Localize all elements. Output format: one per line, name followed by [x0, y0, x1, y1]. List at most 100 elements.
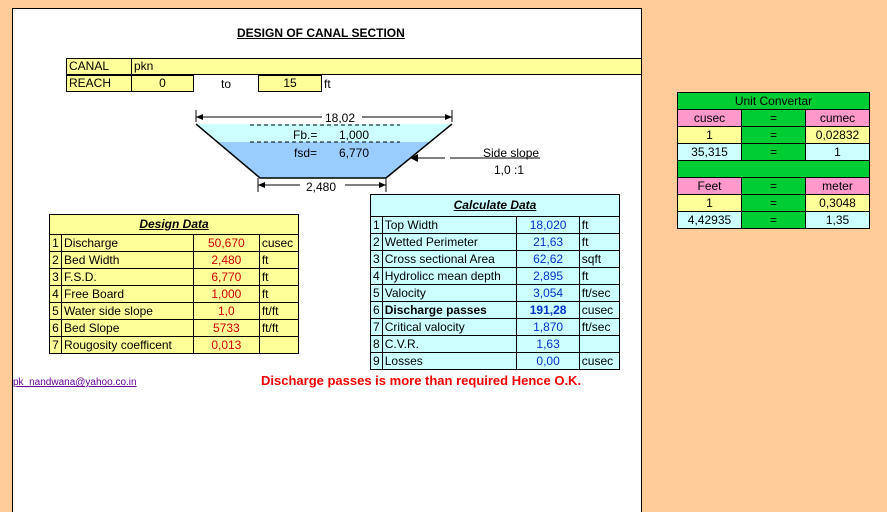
calculate_data-row-unit: ft [578, 267, 621, 285]
calculate-data-table: Calculate Data 1 Top Width 18,020 ft 2 Wetted… [370, 194, 621, 370]
calculate_data-row-label: Wetted Perimeter [381, 233, 518, 251]
calculate_data-row: 7 Critical valocity 1,870 ft/sec [370, 318, 621, 336]
design_data-row-number: 3 [48, 268, 63, 286]
design_data-row-label: Water side slope [61, 302, 194, 320]
reach-label[interactable]: REACH [66, 75, 132, 92]
fsd-label: fsd= [294, 146, 318, 160]
design_data-row: 5 Water side slope 1,0 ft/ft [48, 302, 300, 320]
design_data-row-unit [258, 336, 300, 354]
design_data-row-label: Rougosity coefficent [61, 336, 194, 354]
calculate_data-row: 9 Losses 0,00 cusec [370, 352, 621, 370]
calculate_data-row-label: Critical valocity [381, 318, 518, 336]
design_data-row: 1 Discharge 50,670 cusec [48, 234, 300, 252]
uc-r2-b[interactable]: 1 [805, 143, 870, 161]
calculate_data-row-number: 5 [370, 284, 383, 302]
uc-h1-a[interactable]: cusec [677, 109, 742, 127]
design_data-row-number: 7 [48, 336, 63, 354]
design_data-row-label: Bed Slope [61, 319, 194, 337]
uc-r1-b[interactable]: 0,02832 [805, 126, 870, 144]
page-title: DESIGN OF CANAL SECTION [237, 26, 405, 40]
author-email-link[interactable]: pk_nandwana@yahoo.co.in [13, 377, 137, 388]
calculate_data-row-number: 9 [370, 352, 383, 370]
uc-r4-a[interactable]: 4,42935 [677, 211, 742, 229]
calculate_data-row: 8 C.V.R. 1,63 [370, 335, 621, 353]
calculate_data-row-unit: cusec [578, 301, 621, 319]
design_data-row-unit: cusec [258, 234, 300, 252]
calculate_data-row: 5 Valocity 3,054 ft/sec [370, 284, 621, 302]
calculate_data-row-unit: sqft [578, 250, 621, 268]
uc-h2-eq: = [741, 177, 806, 195]
uc-r4-b[interactable]: 1,35 [805, 211, 870, 229]
design_data-row-label: Bed Width [61, 251, 194, 269]
design_data-row-value[interactable]: 50,670 [192, 234, 260, 252]
calculate_data-row-value[interactable]: 21,63 [516, 233, 580, 251]
calculate_data-row-value[interactable]: 1,870 [516, 318, 580, 336]
design_data-row-unit: ft [258, 251, 300, 269]
design_data-row-value[interactable]: 1,0 [192, 302, 260, 320]
reach-to[interactable]: 15 [258, 75, 322, 92]
uc-h1-b[interactable]: cumec [805, 109, 870, 127]
calculate_data-row-unit: ft/sec [578, 318, 621, 336]
calculate_data-row-value[interactable]: 18,020 [516, 216, 580, 234]
calculate_data-row-label: Losses [381, 352, 518, 370]
design_data-row-label: F.S.D. [61, 268, 194, 286]
uc-r3-eq: = [741, 194, 806, 212]
design_data-row-value[interactable]: 6,770 [192, 268, 260, 286]
calculate_data-row-value[interactable]: 62,62 [516, 250, 580, 268]
calculate_data-row: 2 Wetted Perimeter 21,63 ft [370, 233, 621, 251]
calculate_data-row-value[interactable]: 0,00 [516, 352, 580, 370]
calculate_data-row: 4 Hydrolicc mean depth 2,895 ft [370, 267, 621, 285]
uc-h1-eq: = [741, 109, 806, 127]
top-width-value: 18,02 [325, 111, 356, 125]
design_data-row-label: Discharge [61, 234, 194, 252]
uc-h2-b[interactable]: meter [805, 177, 870, 195]
design_data-row-number: 4 [48, 285, 63, 303]
reach-unit: ft [324, 77, 331, 91]
fb-value: 1,000 [339, 128, 370, 142]
uc-r3-a[interactable]: 1 [677, 194, 742, 212]
water-area [218, 142, 430, 178]
uc-r1-a[interactable]: 1 [677, 126, 742, 144]
calculate_data-row-value[interactable]: 1,63 [516, 335, 580, 353]
uc-r3-b[interactable]: 0,3048 [805, 194, 870, 212]
canal-label[interactable]: CANAL [66, 58, 132, 75]
design_data-row-value[interactable]: 1,000 [192, 285, 260, 303]
result-message: Discharge passes is more than required H… [261, 373, 582, 388]
uc-r2-a[interactable]: 35,315 [677, 143, 742, 161]
design_data-row-label: Free Board [61, 285, 194, 303]
calculate_data-row-label: Cross sectional Area [381, 250, 518, 268]
calculate_data-row-unit: ft/sec [578, 284, 621, 302]
calculate_data-row: 3 Cross sectional Area 62,62 sqft [370, 250, 621, 268]
side-slope-value: 1,0 :1 [494, 163, 525, 177]
design_data-row-unit: ft/ft [258, 319, 300, 337]
design_data-row-value[interactable]: 0,013 [192, 336, 260, 354]
calculate-data-heading: Calculate Data [370, 194, 620, 217]
design_data-row-value[interactable]: 2,480 [192, 251, 260, 269]
fb-label: Fb.= [293, 128, 318, 142]
uc-r4-eq: = [741, 211, 806, 229]
design_data-row-value[interactable]: 5733 [192, 319, 260, 337]
calculate_data-row-number: 7 [370, 318, 383, 336]
calculate_data-row: 6 Discharge passes 191,28 cusec [370, 301, 621, 319]
calculate_data-row-number: 6 [370, 301, 383, 319]
calculate_data-row-value[interactable]: 2,895 [516, 267, 580, 285]
calculate_data-row-unit: ft [578, 216, 621, 234]
calculate_data-row: 1 Top Width 18,020 ft [370, 216, 621, 234]
calculate_data-row-value[interactable]: 3,054 [516, 284, 580, 302]
calculate_data-row-value[interactable]: 191,28 [516, 301, 580, 319]
calculate_data-row-number: 1 [370, 216, 383, 234]
unit-converter: Unit Convertar cusec = cumec 1 = 0,02832… [677, 92, 870, 229]
uc-h2-a[interactable]: Feet [677, 177, 742, 195]
calculate_data-row-unit: cusec [578, 352, 621, 370]
design_data-row: 4 Free Board 1,000 ft [48, 285, 300, 303]
calculate_data-row-number: 8 [370, 335, 383, 353]
arrowhead-right [445, 114, 452, 120]
calculate_data-row-label: Hydrolicc mean depth [381, 267, 518, 285]
canal-value[interactable]: pkn [131, 58, 642, 75]
design_data-row: 2 Bed Width 2,480 ft [48, 251, 300, 269]
design_data-row-unit: ft/ft [258, 302, 300, 320]
design_data-row-number: 1 [48, 234, 63, 252]
design_data-row-unit: ft [258, 268, 300, 286]
reach-from[interactable]: 0 [131, 75, 194, 92]
calculate_data-row-label: C.V.R. [381, 335, 518, 353]
